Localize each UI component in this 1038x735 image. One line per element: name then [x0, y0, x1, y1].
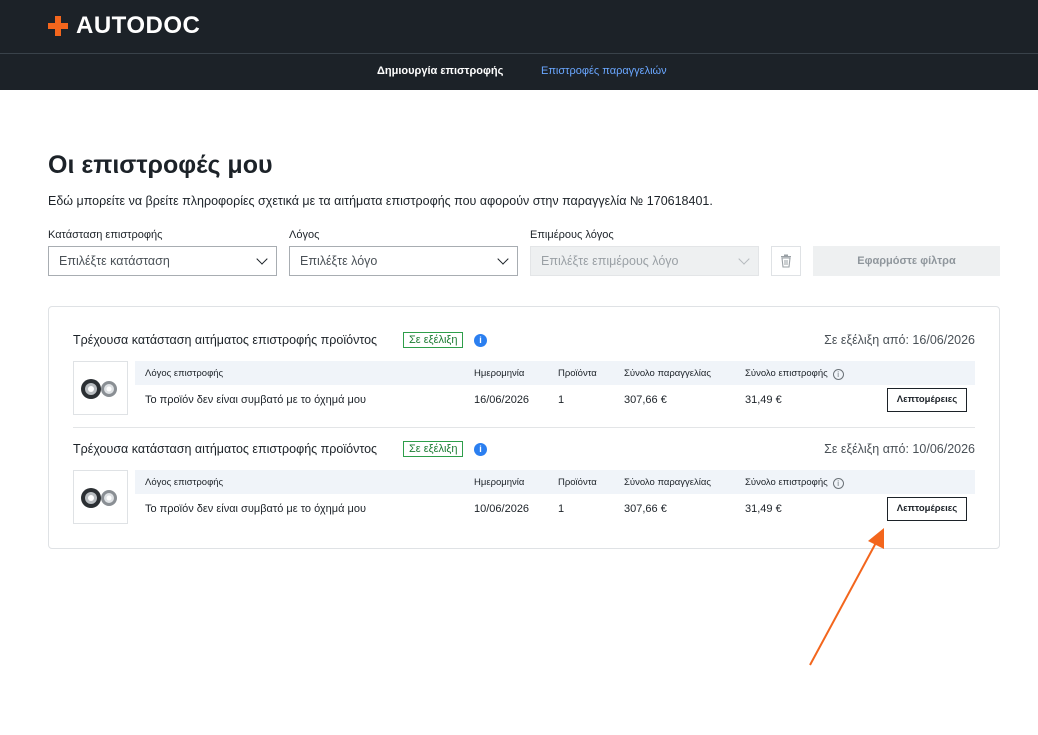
clear-filters-button[interactable]	[771, 246, 801, 276]
arrow-annotation-icon	[809, 528, 884, 666]
status-title: Τρέχουσα κατάσταση αιτήματος επιστροφής …	[73, 333, 378, 347]
status-filter-label: Κατάσταση επιστροφής	[48, 229, 163, 241]
reason-filter-select[interactable]: Επιλέξτε λόγο	[289, 246, 518, 276]
details-button[interactable]: Λεπτομέρειες	[887, 497, 967, 521]
wheel-bearing-icon	[81, 379, 117, 399]
col-date: Ημερομηνία	[474, 477, 525, 488]
page-description: Εδώ μπορείτε να βρείτε πληροφορίες σχετι…	[48, 194, 713, 208]
table-header-row: Λόγος επιστροφής Ημερομηνία Προϊόντα Σύν…	[135, 470, 975, 494]
col-order-total: Σύνολο παραγγελίας	[624, 477, 711, 488]
status-title: Τρέχουσα κατάσταση αιτήματος επιστροφής …	[73, 442, 378, 456]
nav-create-return[interactable]: Δημιουργία επιστροφής	[377, 65, 503, 77]
trash-icon	[781, 254, 791, 268]
subreason-filter-label: Επιμέρους λόγος	[530, 229, 614, 241]
brand-name: AUTODOC	[76, 12, 201, 39]
chevron-down-icon	[738, 253, 750, 265]
return-reason: Το προϊόν δεν είναι συμβατό με το όχημά …	[145, 394, 367, 406]
col-reason: Λόγος επιστροφής	[145, 477, 224, 488]
autodoc-plus-icon	[48, 16, 68, 36]
status-badge: Σε εξέλιξη	[403, 441, 464, 457]
divider	[73, 427, 975, 428]
col-return-total: Σύνολο επιστροφής i	[745, 477, 844, 489]
info-icon[interactable]: i	[832, 369, 844, 380]
return-request-card: Τρέχουσα κατάσταση αιτήματος επιστροφής …	[49, 327, 999, 437]
status-badge: Σε εξέλιξη	[403, 332, 464, 348]
table-header-row: Λόγος επιστροφής Ημερομηνία Προϊόντα Σύν…	[135, 361, 975, 385]
status-filter-select[interactable]: Επιλέξτε κατάσταση	[48, 246, 277, 276]
col-date: Ημερομηνία	[474, 368, 525, 379]
return-total: 31,49 €	[745, 503, 782, 515]
chevron-down-icon	[256, 253, 268, 265]
product-thumbnail[interactable]	[73, 470, 128, 524]
col-return-total-label: Σύνολο επιστροφής	[745, 477, 828, 488]
col-reason: Λόγος επιστροφής	[145, 368, 224, 379]
return-date: 10/06/2026	[474, 503, 530, 515]
order-total: 307,66 €	[624, 503, 667, 515]
return-date: 16/06/2026	[474, 394, 530, 406]
reason-filter-placeholder: Επιλέξτε λόγο	[300, 254, 378, 268]
nav-order-returns[interactable]: Επιστροφές παραγγελιών	[541, 65, 667, 77]
return-products: 1	[558, 503, 565, 515]
col-return-total-label: Σύνολο επιστροφής	[745, 368, 828, 379]
subreason-filter-select[interactable]: Επιλέξτε επιμέρους λόγο	[530, 246, 759, 276]
return-reason: Το προϊόν δεν είναι συμβατό με το όχημά …	[145, 503, 367, 515]
col-products: Προϊόντα	[558, 368, 597, 379]
col-products: Προϊόντα	[558, 477, 597, 488]
wheel-bearing-icon	[81, 488, 117, 508]
info-icon[interactable]: i	[474, 443, 487, 456]
status-since: Σε εξέλιξη από: 16/06/2026	[824, 333, 975, 347]
secondary-nav: Δημιουργία επιστροφής Επιστροφές παραγγε…	[0, 53, 1038, 90]
status-since: Σε εξέλιξη από: 10/06/2026	[824, 442, 975, 456]
details-button[interactable]: Λεπτομέρειες	[887, 388, 967, 412]
top-header: AUTODOC	[0, 0, 1038, 53]
apply-filters-button[interactable]: Εφαρμόστε φίλτρα	[813, 246, 1000, 276]
reason-filter-label: Λόγος	[289, 229, 320, 241]
info-icon[interactable]: i	[832, 478, 844, 489]
autodoc-logo[interactable]: AUTODOC	[48, 12, 201, 39]
status-filter-placeholder: Επιλέξτε κατάσταση	[59, 254, 170, 268]
product-thumbnail[interactable]	[73, 361, 128, 415]
col-order-total: Σύνολο παραγγελίας	[624, 368, 711, 379]
chevron-down-icon	[497, 253, 509, 265]
return-total: 31,49 €	[745, 394, 782, 406]
page-title: Οι επιστροφές μου	[48, 151, 273, 179]
info-icon[interactable]: i	[474, 334, 487, 347]
order-total: 307,66 €	[624, 394, 667, 406]
subreason-filter-placeholder: Επιλέξτε επιμέρους λόγο	[541, 254, 679, 268]
return-products: 1	[558, 394, 565, 406]
returns-panel: Τρέχουσα κατάσταση αιτήματος επιστροφής …	[48, 306, 1000, 549]
col-return-total: Σύνολο επιστροφής i	[745, 368, 844, 380]
